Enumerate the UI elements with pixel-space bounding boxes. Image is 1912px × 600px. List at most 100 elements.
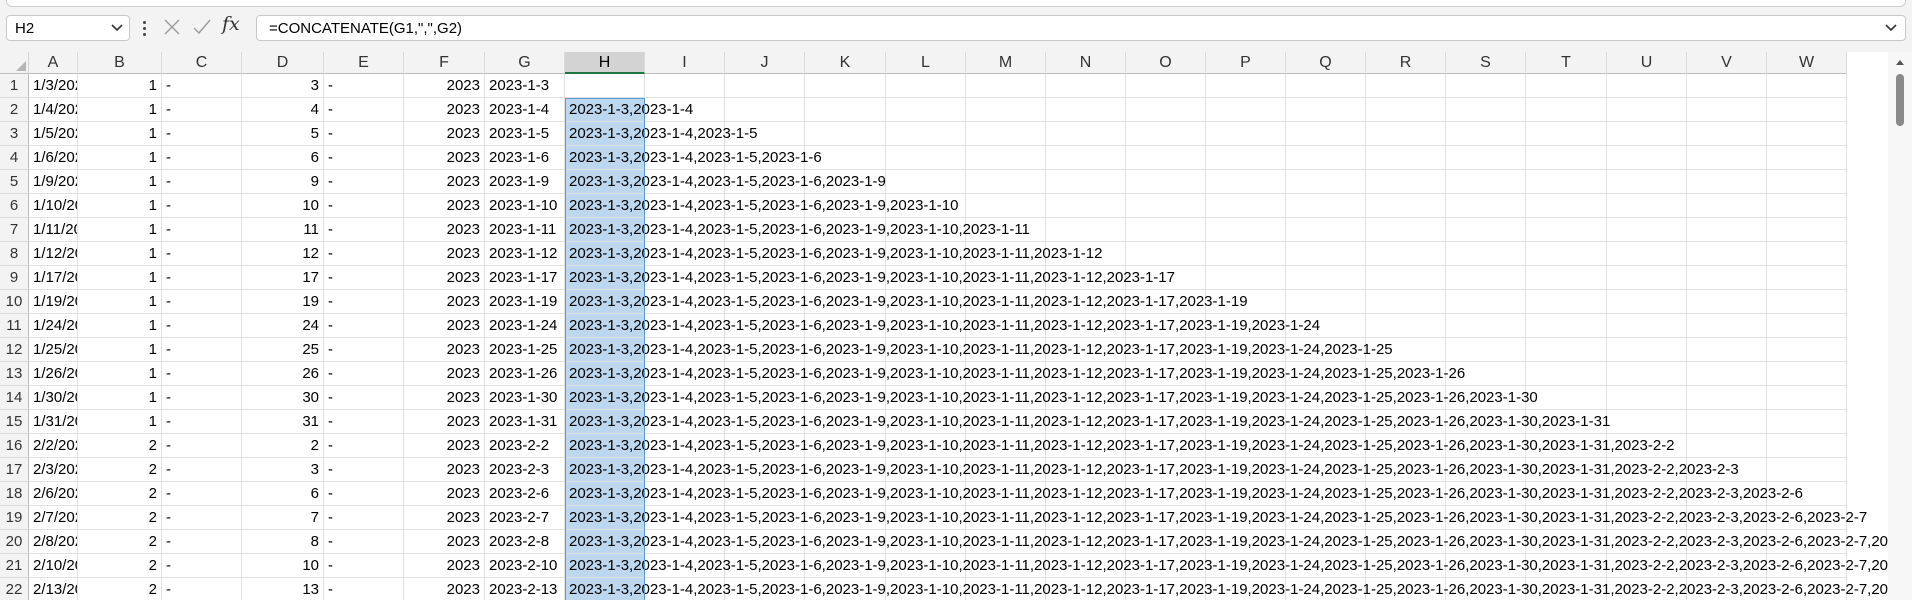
cell-g12[interactable]: 2023-1-25 bbox=[485, 338, 565, 362]
cell-g19[interactable]: 2023-2-7 bbox=[485, 506, 565, 530]
cell-n6[interactable] bbox=[1046, 194, 1126, 218]
spreadsheet-grid[interactable]: ABCDEFGHIJKLMNOPQRSTUVW11/3/20231-3-2023… bbox=[0, 52, 1888, 600]
cell-w1[interactable] bbox=[1767, 74, 1847, 98]
cell-f5[interactable]: 2023 bbox=[404, 170, 485, 194]
scroll-up-icon[interactable] bbox=[1895, 58, 1905, 66]
cell-o7[interactable] bbox=[1126, 218, 1206, 242]
cell-g13[interactable]: 2023-1-26 bbox=[485, 362, 565, 386]
cell-u13[interactable] bbox=[1607, 362, 1687, 386]
cell-g9[interactable]: 2023-1-17 bbox=[485, 266, 565, 290]
cell-w8[interactable] bbox=[1767, 242, 1847, 266]
cell-o8[interactable] bbox=[1126, 242, 1206, 266]
cell-l4[interactable] bbox=[886, 146, 966, 170]
cell-e17[interactable]: - bbox=[324, 458, 404, 482]
cell-k2[interactable] bbox=[805, 98, 886, 122]
cell-c3[interactable]: - bbox=[162, 122, 242, 146]
cell-q3[interactable] bbox=[1286, 122, 1366, 146]
cell-b15[interactable]: 1 bbox=[78, 410, 162, 434]
cell-n2[interactable] bbox=[1046, 98, 1126, 122]
cell-o3[interactable] bbox=[1126, 122, 1206, 146]
name-box-value[interactable]: H2 bbox=[15, 20, 34, 37]
cell-q10[interactable] bbox=[1286, 290, 1366, 314]
cell-d18[interactable]: 6 bbox=[242, 482, 324, 506]
cell-a16[interactable]: 2/2/2023 bbox=[29, 434, 78, 458]
cell-h6[interactable]: 2023-1-3,2023-1-4,2023-1-5,2023-1-6,2023… bbox=[565, 194, 958, 218]
row-header[interactable]: 2 bbox=[0, 98, 29, 122]
cell-k1[interactable] bbox=[805, 74, 886, 98]
cell-c13[interactable]: - bbox=[162, 362, 242, 386]
cell-m4[interactable] bbox=[966, 146, 1046, 170]
column-header-v[interactable]: V bbox=[1687, 52, 1767, 74]
cell-u8[interactable] bbox=[1607, 242, 1687, 266]
cell-c5[interactable]: - bbox=[162, 170, 242, 194]
cell-d2[interactable]: 4 bbox=[242, 98, 324, 122]
cell-b13[interactable]: 1 bbox=[78, 362, 162, 386]
cell-p7[interactable] bbox=[1206, 218, 1286, 242]
cell-g6[interactable]: 2023-1-10 bbox=[485, 194, 565, 218]
cell-g7[interactable]: 2023-1-11 bbox=[485, 218, 565, 242]
cell-a19[interactable]: 2/7/2023 bbox=[29, 506, 78, 530]
cell-s10[interactable] bbox=[1446, 290, 1526, 314]
cell-r7[interactable] bbox=[1366, 218, 1446, 242]
cell-t11[interactable] bbox=[1526, 314, 1607, 338]
cell-a1[interactable]: 1/3/2023 bbox=[29, 74, 78, 98]
cell-c9[interactable]: - bbox=[162, 266, 242, 290]
cell-w12[interactable] bbox=[1767, 338, 1847, 362]
cell-f2[interactable]: 2023 bbox=[404, 98, 485, 122]
cell-g8[interactable]: 2023-1-12 bbox=[485, 242, 565, 266]
cell-s12[interactable] bbox=[1446, 338, 1526, 362]
cell-e1[interactable]: - bbox=[324, 74, 404, 98]
cell-e14[interactable]: - bbox=[324, 386, 404, 410]
cell-n1[interactable] bbox=[1046, 74, 1126, 98]
cell-b16[interactable]: 2 bbox=[78, 434, 162, 458]
cell-s6[interactable] bbox=[1446, 194, 1526, 218]
cell-v15[interactable] bbox=[1687, 410, 1767, 434]
cell-f3[interactable]: 2023 bbox=[404, 122, 485, 146]
cell-d22[interactable]: 13 bbox=[242, 578, 324, 600]
cell-b8[interactable]: 1 bbox=[78, 242, 162, 266]
cell-u2[interactable] bbox=[1607, 98, 1687, 122]
cell-b12[interactable]: 1 bbox=[78, 338, 162, 362]
cell-s11[interactable] bbox=[1446, 314, 1526, 338]
cell-s4[interactable] bbox=[1446, 146, 1526, 170]
cell-d12[interactable]: 25 bbox=[242, 338, 324, 362]
cell-p9[interactable] bbox=[1206, 266, 1286, 290]
cell-l3[interactable] bbox=[886, 122, 966, 146]
cell-e22[interactable]: - bbox=[324, 578, 404, 600]
column-header-a[interactable]: A bbox=[29, 52, 78, 74]
cell-c15[interactable]: - bbox=[162, 410, 242, 434]
cell-e15[interactable]: - bbox=[324, 410, 404, 434]
cell-c7[interactable]: - bbox=[162, 218, 242, 242]
cell-s3[interactable] bbox=[1446, 122, 1526, 146]
cell-w9[interactable] bbox=[1767, 266, 1847, 290]
cell-w6[interactable] bbox=[1767, 194, 1847, 218]
cell-d13[interactable]: 26 bbox=[242, 362, 324, 386]
cell-q4[interactable] bbox=[1286, 146, 1366, 170]
cell-d9[interactable]: 17 bbox=[242, 266, 324, 290]
cell-p8[interactable] bbox=[1206, 242, 1286, 266]
cell-a10[interactable]: 1/19/2023 bbox=[29, 290, 78, 314]
formula-input[interactable]: =CONCATENATE(G1,",",G2) bbox=[256, 15, 1906, 41]
cell-g20[interactable]: 2023-2-8 bbox=[485, 530, 565, 554]
cell-e6[interactable]: - bbox=[324, 194, 404, 218]
cell-a22[interactable]: 2/13/2023 bbox=[29, 578, 78, 600]
cell-o2[interactable] bbox=[1126, 98, 1206, 122]
cell-b7[interactable]: 1 bbox=[78, 218, 162, 242]
row-header[interactable]: 8 bbox=[0, 242, 29, 266]
cell-e10[interactable]: - bbox=[324, 290, 404, 314]
cell-b4[interactable]: 1 bbox=[78, 146, 162, 170]
cell-p2[interactable] bbox=[1206, 98, 1286, 122]
cell-o5[interactable] bbox=[1126, 170, 1206, 194]
cell-b11[interactable]: 1 bbox=[78, 314, 162, 338]
cell-c16[interactable]: - bbox=[162, 434, 242, 458]
cell-f22[interactable]: 2023 bbox=[404, 578, 485, 600]
cell-v3[interactable] bbox=[1687, 122, 1767, 146]
cell-d17[interactable]: 3 bbox=[242, 458, 324, 482]
cell-c10[interactable]: - bbox=[162, 290, 242, 314]
cell-m6[interactable] bbox=[966, 194, 1046, 218]
cell-h11[interactable]: 2023-1-3,2023-1-4,2023-1-5,2023-1-6,2023… bbox=[565, 314, 1320, 338]
cell-u5[interactable] bbox=[1607, 170, 1687, 194]
cell-t3[interactable] bbox=[1526, 122, 1607, 146]
cell-f8[interactable]: 2023 bbox=[404, 242, 485, 266]
cell-b5[interactable]: 1 bbox=[78, 170, 162, 194]
